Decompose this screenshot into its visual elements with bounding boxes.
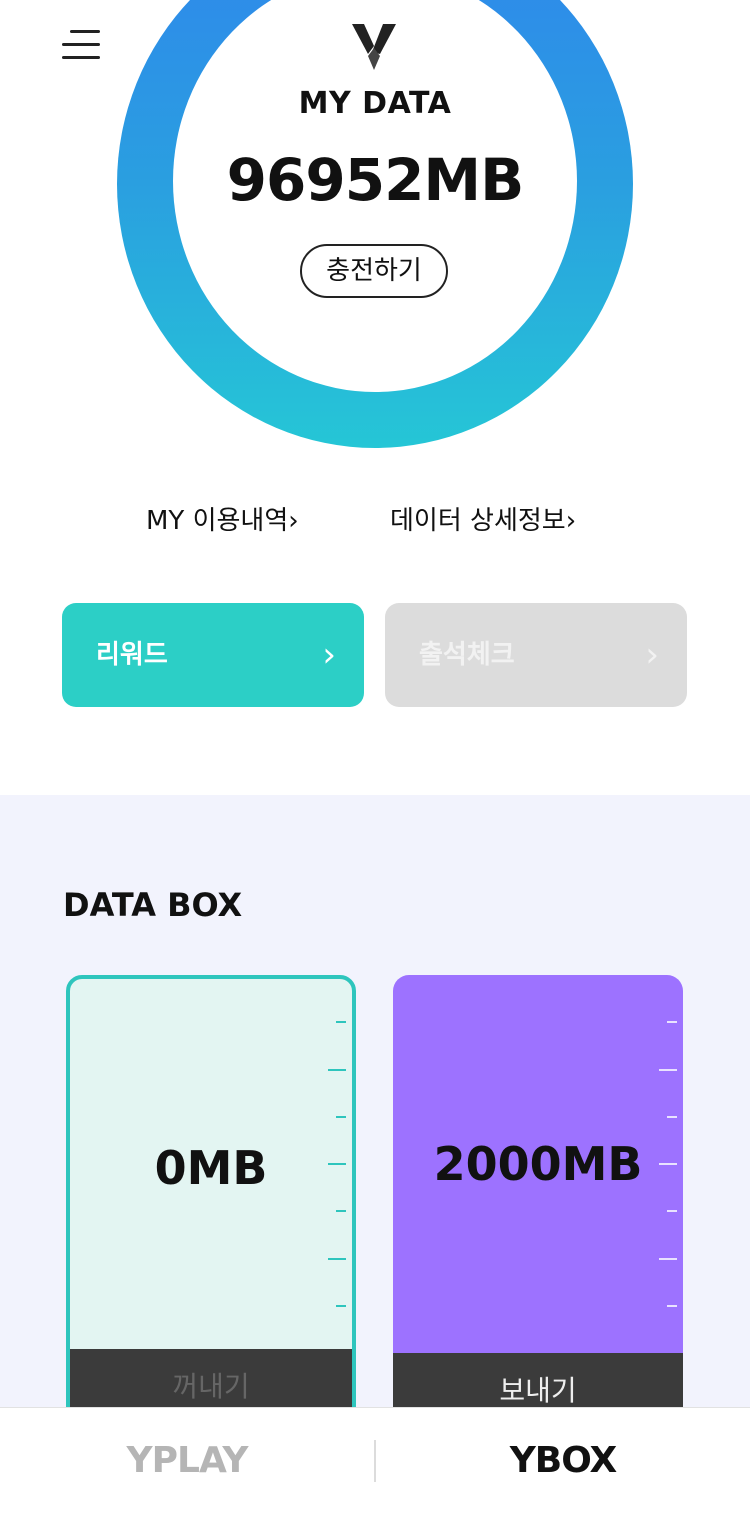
gauge-tick [667, 1305, 677, 1307]
data-detail-label: 데이터 상세정보 [390, 506, 566, 536]
chevron-right-icon: › [645, 635, 659, 675]
data-box-title: DATA BOX [63, 886, 243, 924]
gauge-tick [336, 1116, 346, 1118]
gauge-tick [336, 1210, 346, 1212]
gauge-tick [667, 1210, 677, 1212]
attendance-label: 출석체크 [419, 640, 515, 670]
tab-ybox[interactable]: YBOX [376, 1408, 750, 1514]
my-box-value: 0MB [154, 1141, 268, 1195]
data-detail-link[interactable]: 데이터 상세정보› [390, 500, 576, 537]
take-out-button[interactable]: 꺼내기 [70, 1349, 352, 1411]
my-data-value: 96952MB [226, 146, 525, 214]
bottom-tab-bar: YPLAY YBOX [0, 1407, 750, 1514]
tab-yplay[interactable]: YPLAY [0, 1408, 374, 1514]
send-box-value: 2000MB [433, 1137, 643, 1191]
gauge-tick [336, 1021, 346, 1023]
gauge-tick [336, 1305, 346, 1307]
send-button[interactable]: 보내기 [393, 1353, 683, 1415]
usage-history-link[interactable]: MY 이용내역› [146, 500, 299, 537]
send-data-box[interactable]: 2000MB 보내기 [393, 975, 683, 1415]
usage-history-label: MY 이용내역 [146, 506, 289, 536]
chevron-right-icon: › [288, 506, 299, 536]
chevron-right-icon: › [565, 506, 577, 536]
reward-label: 리워드 [96, 640, 168, 670]
gauge-tick [667, 1021, 677, 1023]
gauge-tick [328, 1258, 346, 1260]
hamburger-menu-icon[interactable] [62, 28, 100, 62]
my-data-label: MY DATA [298, 86, 452, 121]
gauge-tick [659, 1258, 677, 1260]
my-data-box[interactable]: 0MB 꺼내기 [66, 975, 356, 1415]
charge-button[interactable]: 충전하기 [300, 244, 448, 298]
gauge-tick [328, 1069, 346, 1071]
my-data-section: MY DATA 96952MB 충전하기 MY 이용내역› 데이터 상세정보› … [0, 0, 750, 795]
y-logo-icon [352, 24, 396, 70]
attendance-tile[interactable]: 출석체크 › [385, 603, 687, 707]
gauge-tick [659, 1069, 677, 1071]
reward-tile[interactable]: 리워드 › [62, 603, 364, 707]
gauge-tick [667, 1116, 677, 1118]
chevron-right-icon: › [322, 635, 336, 675]
